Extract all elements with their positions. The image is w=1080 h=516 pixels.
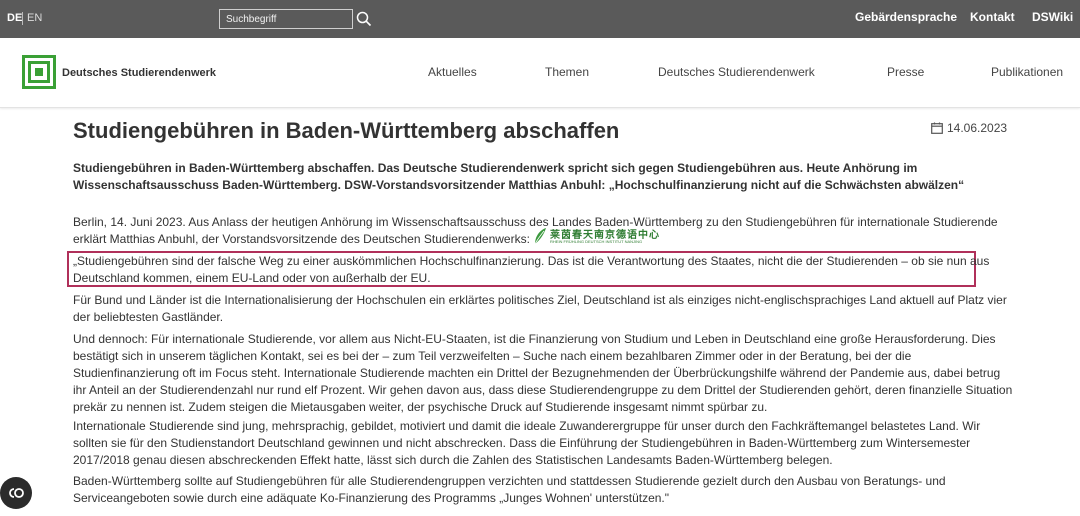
- main-nav: Deutsches Studierendenwerk Aktuelles The…: [0, 38, 1080, 108]
- article-quote: „Studiengebühren sind der falsche Weg zu…: [73, 254, 990, 285]
- contact-link[interactable]: Kontakt: [970, 10, 1015, 24]
- top-bar: DE EN Gebärdensprache Kontakt DSWiki: [0, 0, 1080, 38]
- nav-item-dsw[interactable]: Deutsches Studierendenwerk: [658, 65, 815, 79]
- dswiki-link[interactable]: DSWiki: [1032, 10, 1073, 24]
- article-paragraph: Und dennoch: Für internationale Studiere…: [73, 332, 1013, 414]
- nav-item-themen[interactable]: Themen: [545, 65, 589, 79]
- calendar-icon: [931, 122, 943, 134]
- page-title: Studiengebühren in Baden-Württemberg abs…: [73, 118, 620, 143]
- article-paragraph: Internationale Studierende sind jung, me…: [73, 419, 981, 467]
- article-paragraph: Baden-Württemberg sollte auf Studiengebü…: [73, 474, 946, 505]
- leaf-icon: [534, 228, 546, 245]
- language-de-link[interactable]: DE: [7, 12, 22, 24]
- search-input[interactable]: [219, 9, 353, 29]
- dsw-logo-icon[interactable]: [22, 55, 56, 89]
- sign-language-link[interactable]: Gebärdensprache: [855, 10, 957, 24]
- language-divider: [22, 12, 23, 25]
- article-paragraph: Für Bund und Länder ist die Internationa…: [73, 293, 1007, 324]
- cookie-consent-icon: [9, 488, 24, 498]
- article-lead: Studiengebühren in Baden-Württemberg abs…: [73, 161, 965, 192]
- language-en-link[interactable]: EN: [27, 12, 42, 24]
- article-date: 14.06.2023: [931, 121, 1007, 135]
- nav-item-aktuelles[interactable]: Aktuelles: [428, 65, 477, 79]
- logo-text[interactable]: Deutsches Studierendenwerk: [62, 67, 216, 79]
- search-icon[interactable]: [356, 11, 372, 27]
- watermark-subtext: RHEIN FRÜHLING DEUTSCH INSTITUT NANJING: [550, 239, 643, 244]
- cookie-settings-button[interactable]: [0, 477, 32, 509]
- date-text: 14.06.2023: [947, 121, 1008, 135]
- watermark: 莱茵春天南京德语中心 RHEIN FRÜHLING DEUTSCH INSTIT…: [532, 226, 682, 248]
- nav-item-publikationen[interactable]: Publikationen: [991, 65, 1063, 79]
- nav-item-presse[interactable]: Presse: [887, 65, 924, 79]
